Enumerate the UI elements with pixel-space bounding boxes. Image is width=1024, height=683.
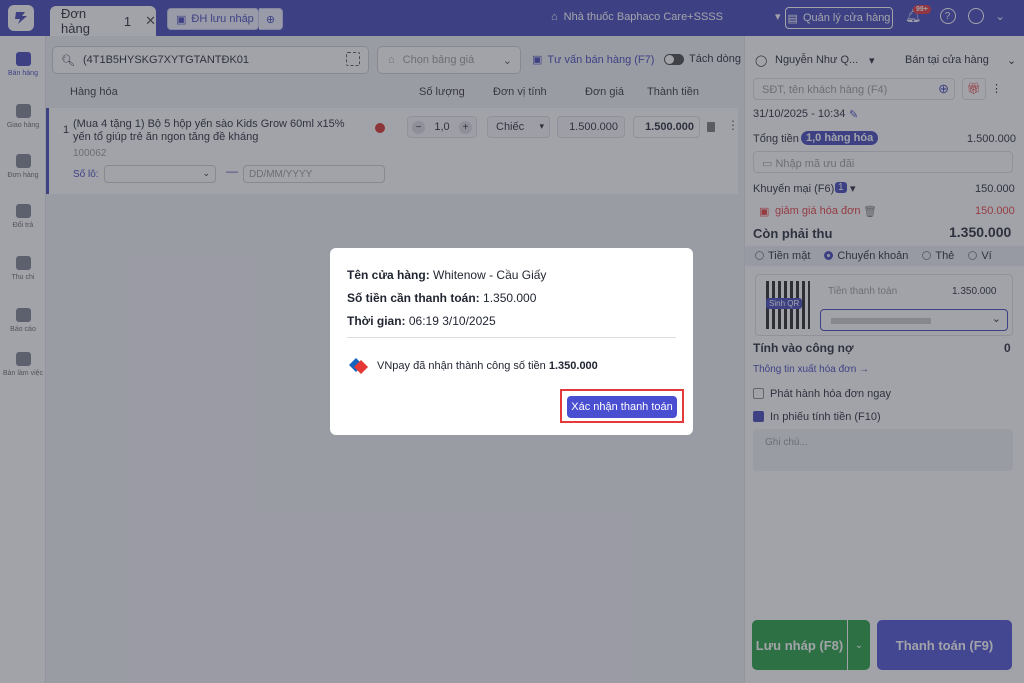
divider [347,337,676,338]
vnpay-message: VNpay đã nhận thành công số tiền 1.350.0… [377,360,598,372]
modal-store-line: Tên cửa hàng: Whitenow - Cầu Giấy [347,268,546,282]
time-label: Thời gian: [347,314,406,328]
amount-value: 1.350.000 [483,291,537,305]
confirm-payment-button[interactable]: Xác nhận thanh toán [567,396,677,418]
store-label: Tên cửa hàng: [347,268,430,282]
store-value: Whitenow - Cầu Giấy [433,268,547,282]
vnpay-msg-text: VNpay đã nhận thành công số tiền [377,360,546,372]
modal-time-line: Thời gian: 06:19 3/10/2025 [347,314,496,328]
payment-confirm-modal: Tên cửa hàng: Whitenow - Cầu Giấy Số tiề… [330,248,693,435]
time-value: 06:19 3/10/2025 [408,314,496,328]
vnpay-logo-icon [349,358,368,374]
highlight-box: Xác nhận thanh toán [560,389,684,423]
modal-amount-line: Số tiền cần thanh toán: 1.350.000 [347,291,536,305]
vnpay-amount: 1.350.000 [548,360,598,372]
amount-label: Số tiền cần thanh toán: [347,291,480,305]
